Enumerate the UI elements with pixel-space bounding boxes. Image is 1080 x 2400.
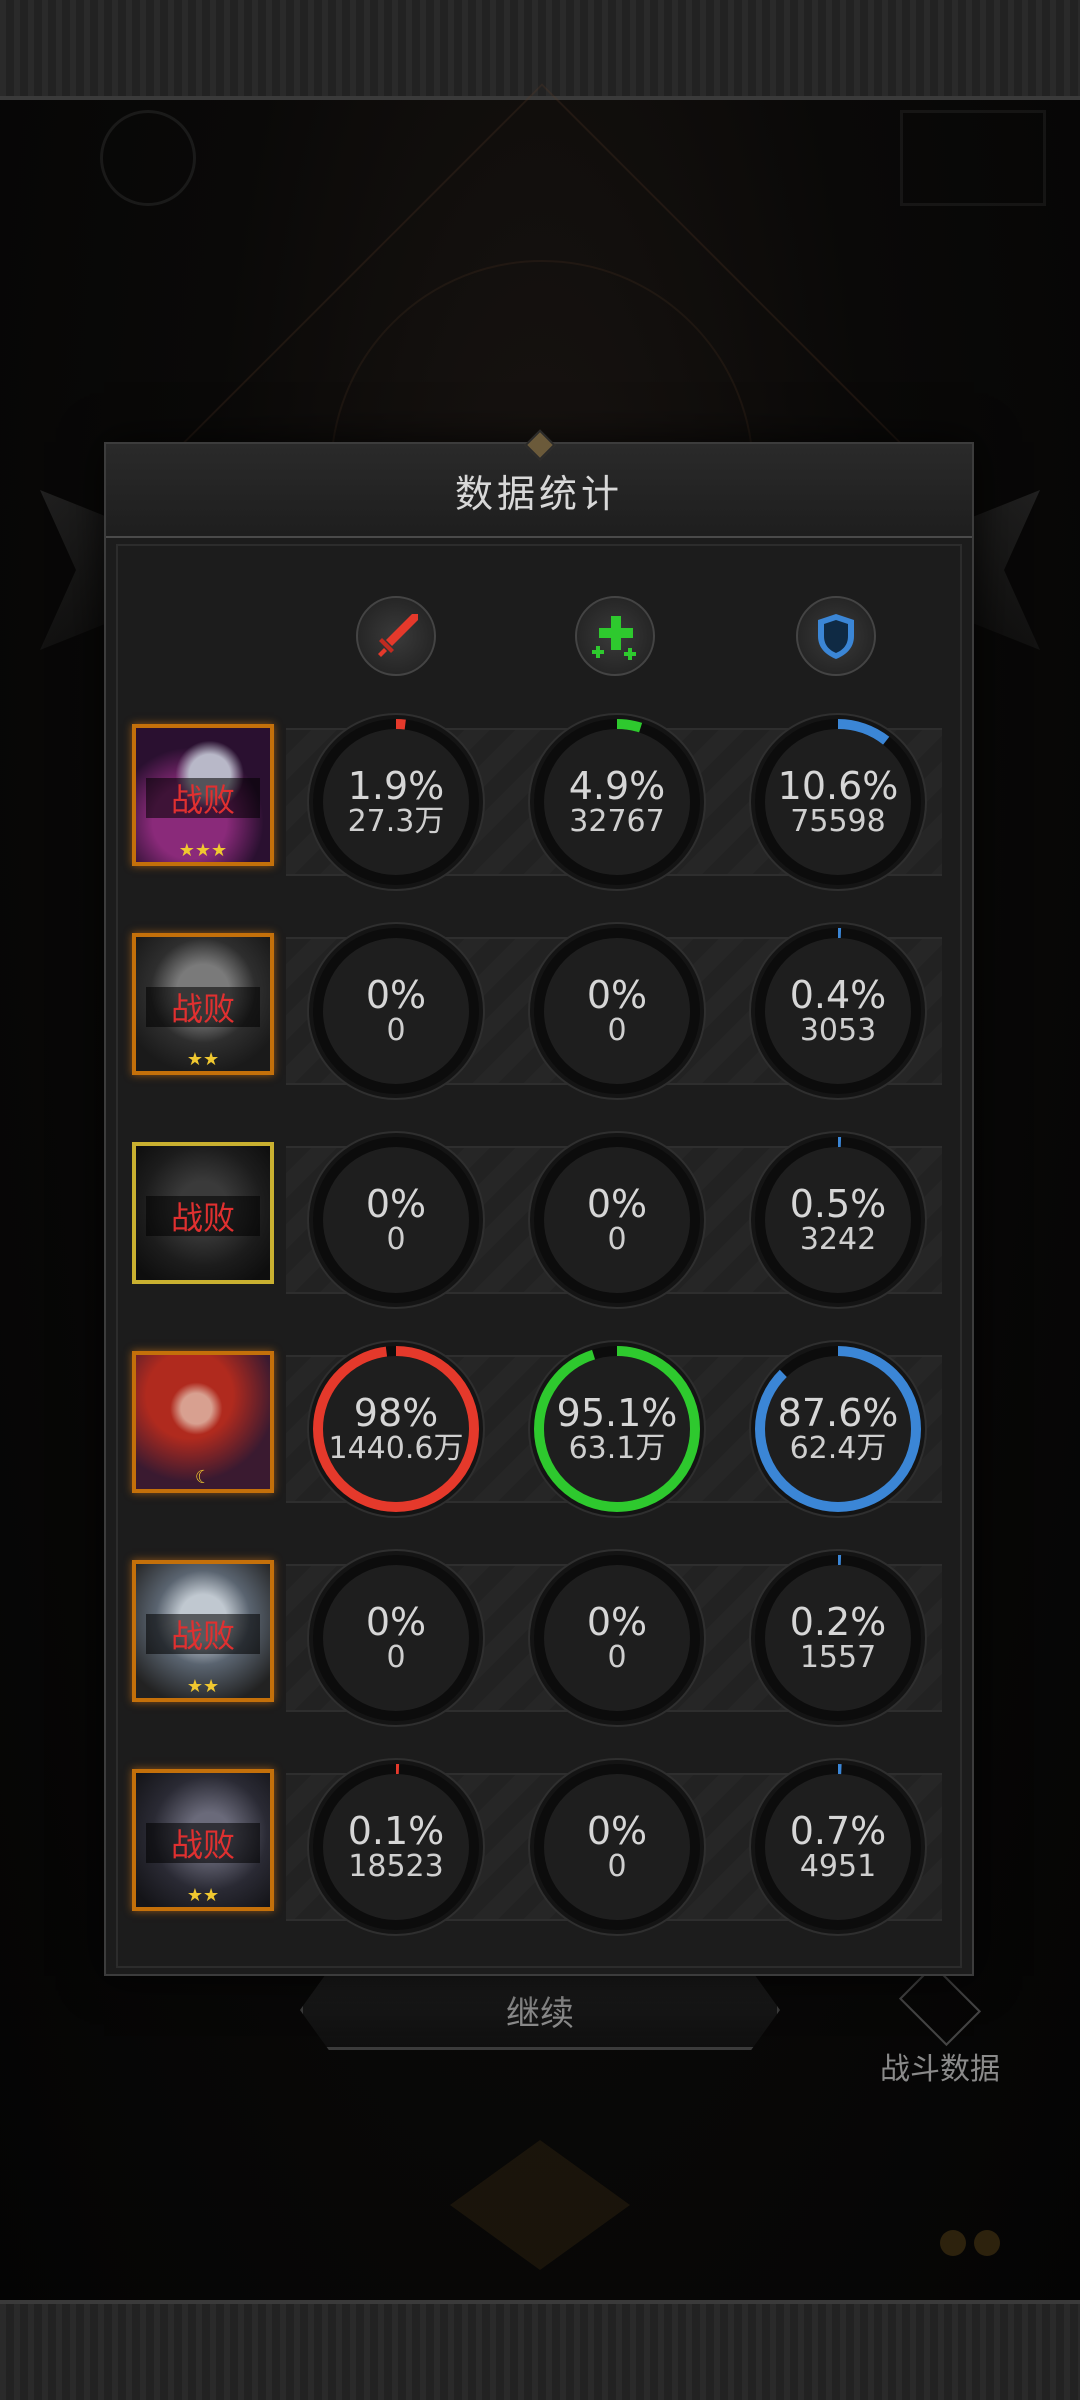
tank-gauge: 10.6% 75598 — [748, 712, 928, 892]
gauge-value: 0 — [386, 1013, 406, 1048]
damage-gauge: 1.9% 27.3万 — [306, 712, 486, 892]
gauge-percent: 0.5% — [789, 1182, 887, 1226]
sword-icon — [378, 614, 418, 657]
stats-panel: 数据统计 战败 ★★★ 1.9% 27.3万 4.9% 32767 10.6% … — [104, 429, 974, 1976]
star-rank-icon: ★★ — [186, 1676, 220, 1697]
dimmed-emblem-icon — [450, 2140, 630, 2270]
gauge-percent: 98% — [353, 1391, 439, 1435]
gauge-percent: 0% — [365, 1600, 427, 1644]
gauge-percent: 0% — [365, 1182, 427, 1226]
dimmed-top-right-icon — [900, 110, 1046, 206]
hero-portrait[interactable]: ☾ — [132, 1351, 274, 1493]
gauge-percent: 0% — [586, 1600, 648, 1644]
gauge-percent: 0% — [586, 1182, 648, 1226]
gauge-value: 1557 — [799, 1640, 877, 1675]
gauge-value: 0 — [386, 1222, 406, 1257]
damage-gauge: 0% 0 — [306, 1548, 486, 1728]
damage-gauge: 0% 0 — [306, 921, 486, 1101]
gauge-percent: 0.4% — [789, 973, 887, 1017]
gauge-value: 0 — [607, 1013, 627, 1048]
defeated-label: 战败 — [146, 987, 260, 1028]
hero-portrait[interactable]: 战败 ★★ — [132, 1560, 274, 1702]
tank-gauge: 0.4% 3053 — [748, 921, 928, 1101]
gauge-value: 3053 — [799, 1013, 877, 1048]
gauge-value: 75598 — [790, 804, 886, 839]
gauge-value: 0 — [386, 1640, 406, 1675]
tank-gauge: 0.7% 4951 — [748, 1757, 928, 1937]
healing-gauge: 95.1% 63.1万 — [527, 1339, 707, 1519]
star-rank-icon: ★★ — [186, 1049, 220, 1070]
gauge-percent: 0% — [365, 973, 427, 1017]
gauge-value: 0 — [607, 1849, 627, 1884]
damage-column-header — [356, 596, 436, 676]
gauge-value: 32767 — [569, 804, 665, 839]
healing-column-header — [575, 596, 655, 676]
bottom-frame-border — [0, 2300, 1080, 2400]
continue-button-label: 继续 — [506, 1993, 574, 2034]
gauge-percent: 0.2% — [789, 1600, 887, 1644]
defeated-label: 战败 — [146, 1823, 260, 1864]
gauge-value: 3242 — [799, 1222, 877, 1257]
gauge-value: 0 — [607, 1222, 627, 1257]
dimmed-top-left-icon — [100, 110, 196, 206]
gauge-value: 0 — [607, 1640, 627, 1675]
gauge-percent: 0% — [586, 973, 648, 1017]
tank-gauge: 87.6% 62.4万 — [748, 1339, 928, 1519]
hero-portrait[interactable]: 战败 — [132, 1142, 274, 1284]
gauge-value: 18523 — [348, 1849, 444, 1884]
dimmed-indicator-dots — [940, 2230, 1050, 2260]
star-rank-icon: ★★ — [186, 1885, 220, 1906]
healing-gauge: 0% 0 — [527, 1548, 707, 1728]
star-rank-icon: ★★★ — [178, 840, 228, 861]
gauge-value: 62.4万 — [789, 1431, 887, 1466]
gauge-value: 1440.6万 — [328, 1431, 464, 1466]
gauge-value: 27.3万 — [347, 804, 445, 839]
tank-gauge: 0.2% 1557 — [748, 1548, 928, 1728]
hero-portrait[interactable]: 战败 ★★★ — [132, 724, 274, 866]
battle-data-button[interactable]: 战斗数据 — [870, 1963, 1010, 2087]
heal-plus-icon — [592, 616, 636, 660]
healing-gauge: 0% 0 — [527, 1757, 707, 1937]
gauge-percent: 0% — [586, 1809, 648, 1853]
gauge-percent: 1.9% — [347, 764, 445, 808]
game-screen: 继续 战斗数据 数据统计 战败 ★★★ 1.9% 27.3万 4.9% 3276… — [0, 0, 1080, 2400]
gauge-percent: 87.6% — [777, 1391, 899, 1435]
defeated-label: 战败 — [146, 1196, 260, 1237]
gauge-percent: 95.1% — [556, 1391, 678, 1435]
healing-gauge: 0% 0 — [527, 921, 707, 1101]
star-rank-icon: ☾ — [194, 1467, 212, 1488]
hero-portrait[interactable]: 战败 ★★ — [132, 933, 274, 1075]
damage-gauge: 0.1% 18523 — [306, 1757, 486, 1937]
shield-icon — [818, 614, 854, 659]
gauge-percent: 4.9% — [568, 764, 666, 808]
gauge-percent: 0.7% — [789, 1809, 887, 1853]
damage-gauge: 0% 0 — [306, 1130, 486, 1310]
healing-gauge: 0% 0 — [527, 1130, 707, 1310]
continue-button[interactable]: 继续 — [300, 1970, 780, 2050]
tank-column-header — [796, 596, 876, 676]
hero-portrait[interactable]: 战败 ★★ — [132, 1769, 274, 1911]
battle-data-label: 战斗数据 — [880, 2052, 1000, 2087]
panel-title: 数据统计 — [454, 471, 623, 516]
gauge-percent: 10.6% — [777, 764, 899, 808]
healing-gauge: 4.9% 32767 — [527, 712, 707, 892]
defeated-label: 战败 — [146, 778, 260, 819]
gauge-value: 63.1万 — [568, 1431, 666, 1466]
damage-gauge: 98% 1440.6万 — [306, 1339, 486, 1519]
gauge-percent: 0.1% — [347, 1809, 445, 1853]
battle-data-icon — [898, 1963, 982, 2047]
gauge-value: 4951 — [799, 1849, 877, 1884]
tank-gauge: 0.5% 3242 — [748, 1130, 928, 1310]
panel-header: 数据统计 — [106, 429, 972, 538]
defeated-label: 战败 — [146, 1614, 260, 1655]
